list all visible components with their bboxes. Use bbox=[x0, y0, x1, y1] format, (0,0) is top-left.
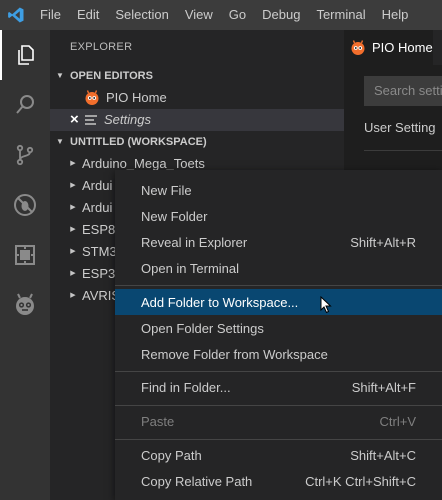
menu-item-label: New File bbox=[141, 182, 192, 198]
menu-file[interactable]: File bbox=[32, 0, 69, 30]
chevron-right-icon: ▶ bbox=[70, 160, 76, 167]
menu-item-find-in-folder[interactable]: Find in Folder... Shift+Alt+F bbox=[115, 374, 442, 400]
menu-item-open-folder-settings[interactable]: Open Folder Settings bbox=[115, 315, 442, 341]
mouse-pointer-icon bbox=[320, 296, 332, 314]
menu-item-label: Add Folder to Workspace... bbox=[141, 294, 299, 310]
menu-item-add-folder-to-workspace[interactable]: Add Folder to Workspace... bbox=[115, 289, 442, 315]
folder-label: Ardui bbox=[82, 178, 113, 193]
menu-item-new-folder[interactable]: New Folder bbox=[115, 203, 442, 229]
explorer-icon[interactable] bbox=[0, 30, 50, 80]
menu-item-label: Remove Folder from Workspace bbox=[141, 346, 328, 362]
menu-item-label: Paste bbox=[141, 413, 175, 429]
tab-label: PIO Home bbox=[372, 40, 433, 55]
menu-item-copy-relative-path[interactable]: Copy Relative Path Ctrl+K Ctrl+Shift+C bbox=[115, 468, 442, 494]
folder-label: Ardui bbox=[82, 200, 113, 215]
extensions-icon[interactable] bbox=[0, 230, 50, 280]
open-editor-label: Settings bbox=[104, 112, 151, 127]
workspace-label: UNTITLED (WORKSPACE) bbox=[70, 136, 207, 148]
chevron-down-icon: ▼ bbox=[56, 137, 64, 146]
settings-search-input[interactable]: Search setti bbox=[364, 76, 442, 106]
menu-item-shortcut: Ctrl+V bbox=[379, 413, 416, 429]
menu-separator bbox=[115, 439, 442, 440]
folder-label: ESP8 bbox=[82, 222, 116, 237]
platformio-icon bbox=[85, 90, 99, 105]
chevron-right-icon: ▶ bbox=[70, 226, 76, 233]
chevron-right-icon: ▶ bbox=[70, 204, 76, 211]
editor-tabs: PIO Home bbox=[344, 30, 442, 65]
menu-item-new-file[interactable]: New File bbox=[115, 177, 442, 203]
title-bar: File Edit Selection View Go Debug Termin… bbox=[0, 0, 442, 30]
menu-view[interactable]: View bbox=[177, 0, 221, 30]
menu-item-label: Open Folder Settings bbox=[141, 320, 264, 336]
sidebar-title: EXPLORER bbox=[70, 41, 133, 53]
menu-item-label: Copy Path bbox=[141, 447, 202, 463]
menu-item-paste[interactable]: Paste Ctrl+V bbox=[115, 408, 442, 434]
menu-item-label: Open in Terminal bbox=[141, 260, 240, 276]
chevron-down-icon: ▼ bbox=[56, 71, 64, 80]
menu-debug[interactable]: Debug bbox=[254, 0, 308, 30]
close-icon[interactable]: × bbox=[70, 109, 84, 131]
open-editor-label: PIO Home bbox=[106, 90, 167, 105]
menu-item-copy-path[interactable]: Copy Path Shift+Alt+C bbox=[115, 442, 442, 468]
menu-item-shortcut: Shift+Alt+R bbox=[350, 234, 416, 250]
folder-label: STM3 bbox=[82, 244, 117, 259]
workspace-header[interactable]: ▼ UNTITLED (WORKSPACE) bbox=[50, 131, 344, 153]
menu-item-shortcut: Shift+Alt+C bbox=[350, 447, 416, 463]
menu-separator bbox=[115, 285, 442, 286]
tab-user-settings[interactable]: User Setting bbox=[364, 120, 436, 135]
activity-bar bbox=[0, 30, 50, 500]
menu-item-label: New Folder bbox=[141, 208, 208, 224]
menu-terminal[interactable]: Terminal bbox=[308, 0, 373, 30]
menu-item-reveal-in-explorer[interactable]: Reveal in Explorer Shift+Alt+R bbox=[115, 229, 442, 255]
open-editors-header[interactable]: ▼ OPEN EDITORS bbox=[50, 65, 344, 87]
menu-item-label: Reveal in Explorer bbox=[141, 234, 248, 250]
menu-go[interactable]: Go bbox=[221, 0, 254, 30]
debug-icon[interactable] bbox=[0, 180, 50, 230]
search-icon[interactable] bbox=[0, 80, 50, 130]
menu-help[interactable]: Help bbox=[374, 0, 417, 30]
folder-label: ESP3 bbox=[82, 266, 116, 281]
open-editors-label: OPEN EDITORS bbox=[70, 70, 153, 82]
context-menu: New File New Folder Reveal in Explorer S… bbox=[115, 170, 442, 500]
chevron-right-icon: ▶ bbox=[70, 182, 76, 189]
open-editor-settings[interactable]: × Settings bbox=[50, 109, 344, 131]
menu-item-shortcut: Ctrl+K Ctrl+Shift+C bbox=[305, 473, 416, 489]
platformio-icon[interactable] bbox=[0, 280, 50, 330]
divider bbox=[364, 150, 442, 151]
menu-item-label: Find in Folder... bbox=[141, 379, 231, 395]
source-control-icon[interactable] bbox=[0, 130, 50, 180]
vscode-logo-icon bbox=[0, 0, 32, 30]
platformio-icon bbox=[351, 39, 365, 55]
chevron-right-icon: ▶ bbox=[70, 248, 76, 255]
menu-item-remove-folder[interactable]: Remove Folder from Workspace bbox=[115, 341, 442, 367]
menu-separator bbox=[115, 405, 442, 406]
open-editor-pio-home[interactable]: PIO Home bbox=[50, 87, 344, 109]
menu-item-label: Copy Relative Path bbox=[141, 473, 253, 489]
menu-selection[interactable]: Selection bbox=[107, 0, 176, 30]
menu-item-shortcut: Shift+Alt+F bbox=[351, 379, 416, 395]
chevron-right-icon: ▶ bbox=[70, 270, 76, 277]
settings-file-icon bbox=[85, 115, 97, 125]
menu-edit[interactable]: Edit bbox=[69, 0, 107, 30]
menu-separator bbox=[115, 371, 442, 372]
chevron-right-icon: ▶ bbox=[70, 292, 76, 299]
tab-pio-home[interactable]: PIO Home bbox=[344, 30, 433, 65]
menu-item-open-in-terminal[interactable]: Open in Terminal bbox=[115, 255, 442, 281]
